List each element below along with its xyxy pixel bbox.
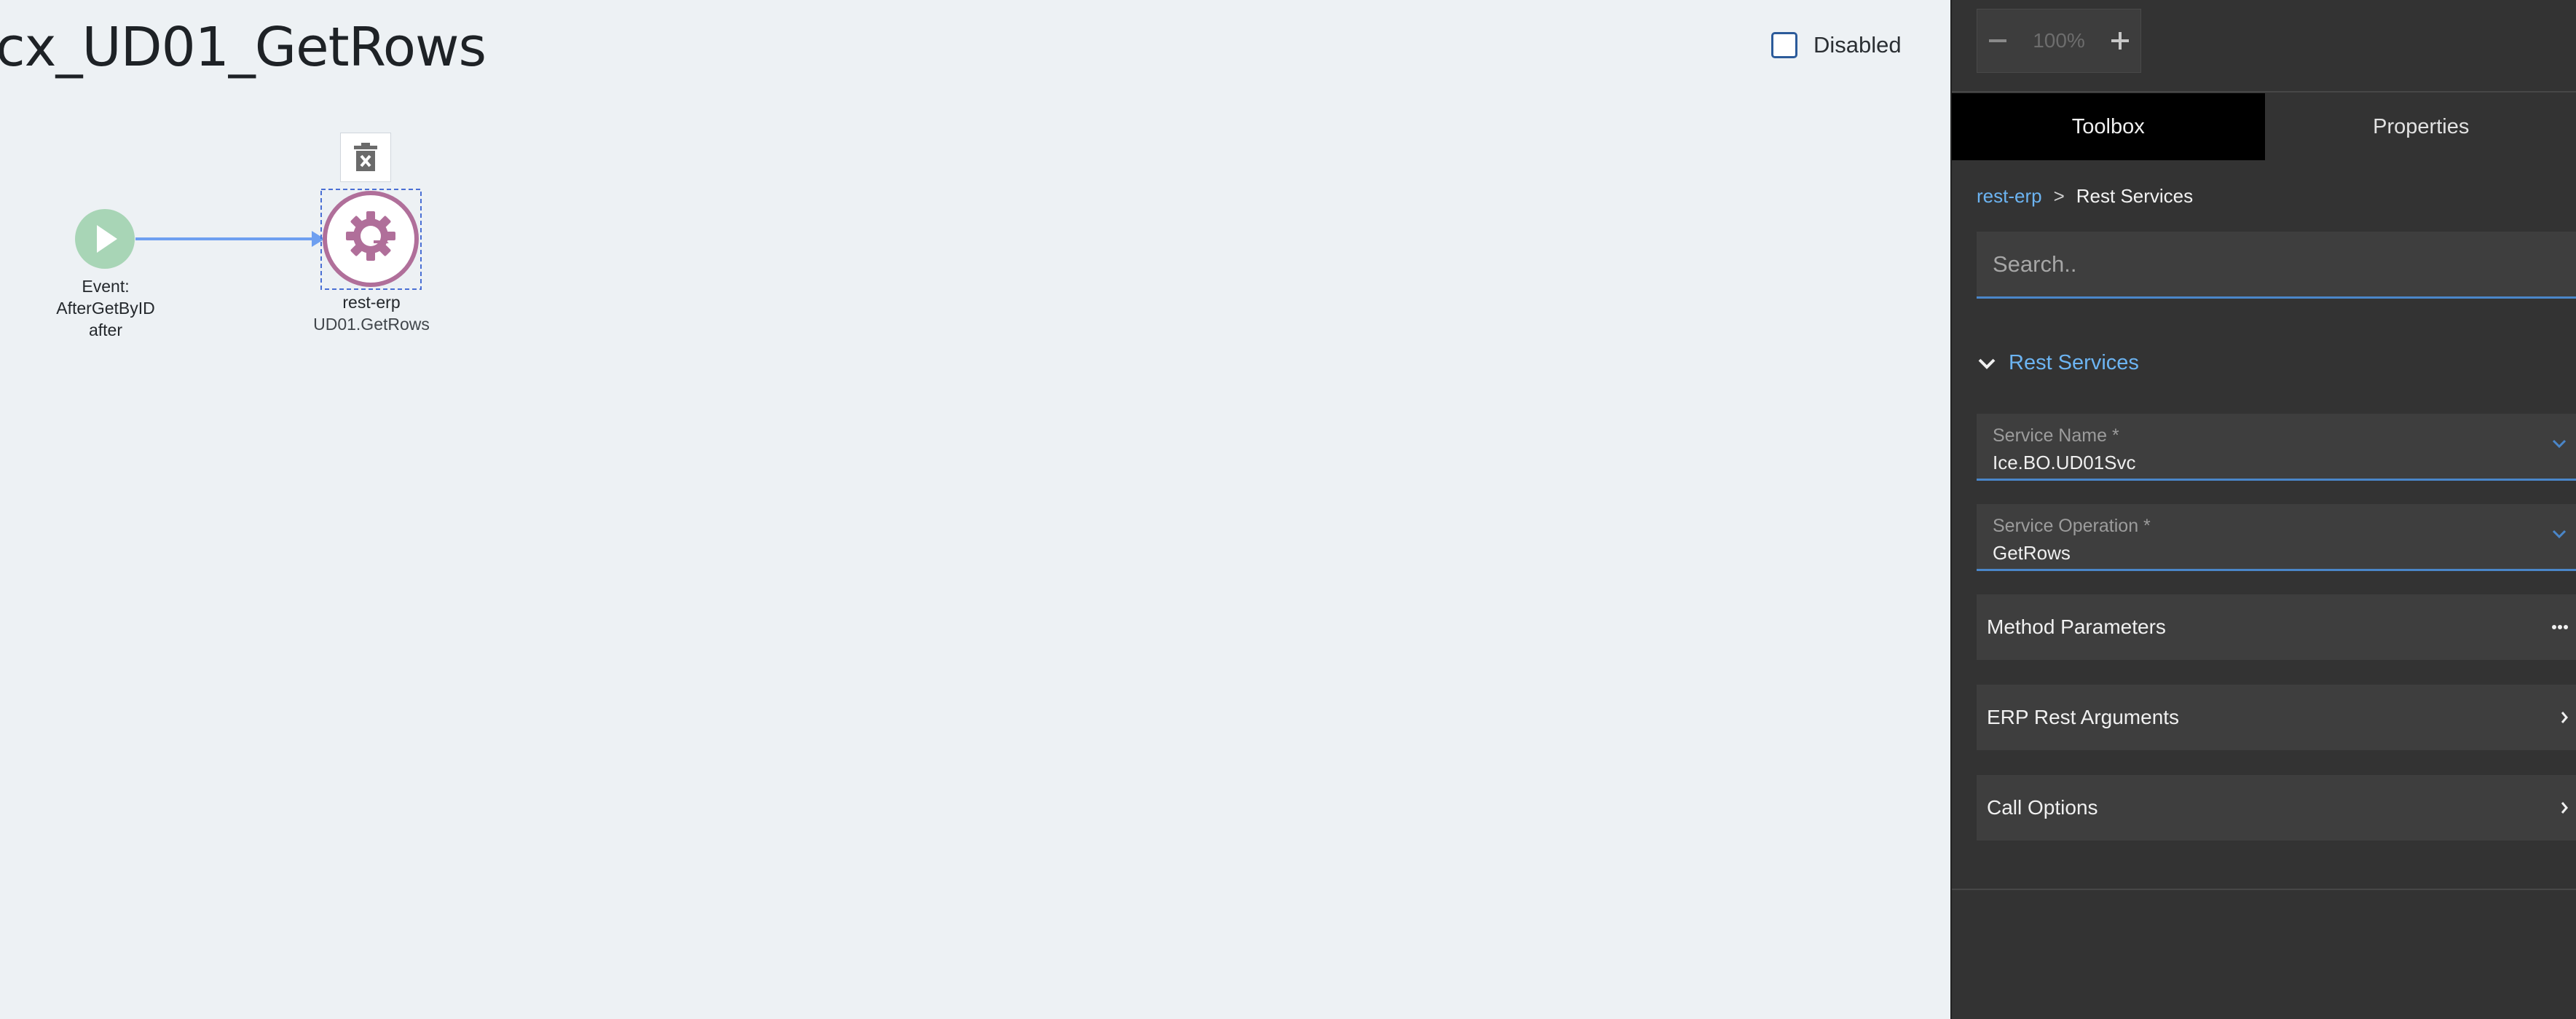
start-label-line2: AfterGetByID [56, 299, 155, 318]
service-operation-value: GetRows [1993, 542, 2071, 564]
breadcrumb: rest-erp > Rest Services [1977, 185, 2193, 208]
gear-exchange-icon [346, 211, 395, 261]
flow-canvas[interactable]: cx_UD01_GetRows Disabled Event: AfterGet… [0, 0, 1950, 1019]
side-panel: 100% Toolbox Properties rest-erp > Rest … [1950, 0, 2576, 1019]
breadcrumb-separator: > [2053, 185, 2065, 207]
service-node[interactable] [323, 191, 419, 287]
service-node-subtitle: UD01.GetRows [313, 315, 430, 334]
service-operation-label: Service Operation * [1993, 516, 2151, 536]
divider [1952, 889, 2576, 890]
minus-icon [1989, 39, 2006, 42]
service-name-dropdown[interactable]: Service Name * Ice.BO.UD01Svc [1977, 414, 2576, 481]
start-label-line1: Event: [82, 277, 130, 296]
service-node-name: rest-erp [342, 293, 401, 312]
zoom-in-button[interactable] [2100, 9, 2140, 73]
checkbox-box[interactable] [1771, 32, 1797, 58]
call-options-expander[interactable]: Call Options [1977, 775, 2576, 841]
section-title: Rest Services [2009, 351, 2139, 374]
breadcrumb-current: Rest Services [2076, 185, 2194, 207]
zoom-control: 100% [1977, 9, 2141, 73]
call-options-title: Call Options [1987, 796, 2098, 819]
method-parameters-expander[interactable]: Method Parameters [1977, 594, 2576, 660]
tab-toolbox[interactable]: Toolbox [1952, 93, 2265, 160]
search-input[interactable]: Search.. [1977, 232, 2576, 299]
tab-properties[interactable]: Properties [2264, 93, 2576, 160]
erp-rest-arguments-expander[interactable]: ERP Rest Arguments [1977, 685, 2576, 750]
chevron-right-icon [2561, 712, 2568, 723]
start-label-line3: after [88, 320, 123, 339]
breadcrumb-link-rest-erp[interactable]: rest-erp [1977, 185, 2042, 208]
start-node-label: Event: AfterGetByID after [29, 275, 182, 341]
disabled-label: Disabled [1813, 32, 1902, 58]
rest-services-section-header[interactable]: Rest Services [1977, 351, 2139, 375]
erp-rest-arguments-title: ERP Rest Arguments [1987, 706, 2180, 728]
zoom-level: 100% [2033, 29, 2085, 52]
service-node-label: rest-erp UD01.GetRows [288, 291, 455, 335]
chevron-right-icon [2561, 802, 2568, 814]
panel-tabs: Toolbox Properties [1952, 93, 2576, 160]
divider [1952, 91, 2576, 93]
chevron-down-icon [2552, 530, 2567, 539]
chevron-down-icon [1978, 358, 1996, 369]
zoom-out-button[interactable] [1977, 9, 2018, 73]
delete-node-button[interactable] [340, 133, 391, 182]
trash-icon [354, 143, 377, 171]
chevron-down-icon [2552, 439, 2567, 449]
service-name-value: Ice.BO.UD01Svc [1993, 452, 2136, 473]
start-event-node[interactable] [75, 209, 135, 269]
service-operation-dropdown[interactable]: Service Operation * GetRows [1977, 504, 2576, 571]
method-parameters-title: Method Parameters [1987, 615, 2166, 638]
ellipsis-icon[interactable] [2551, 624, 2569, 630]
service-name-label: Service Name * [1993, 425, 2119, 446]
plus-icon [2111, 32, 2129, 50]
disabled-checkbox[interactable]: Disabled [1771, 32, 1902, 58]
